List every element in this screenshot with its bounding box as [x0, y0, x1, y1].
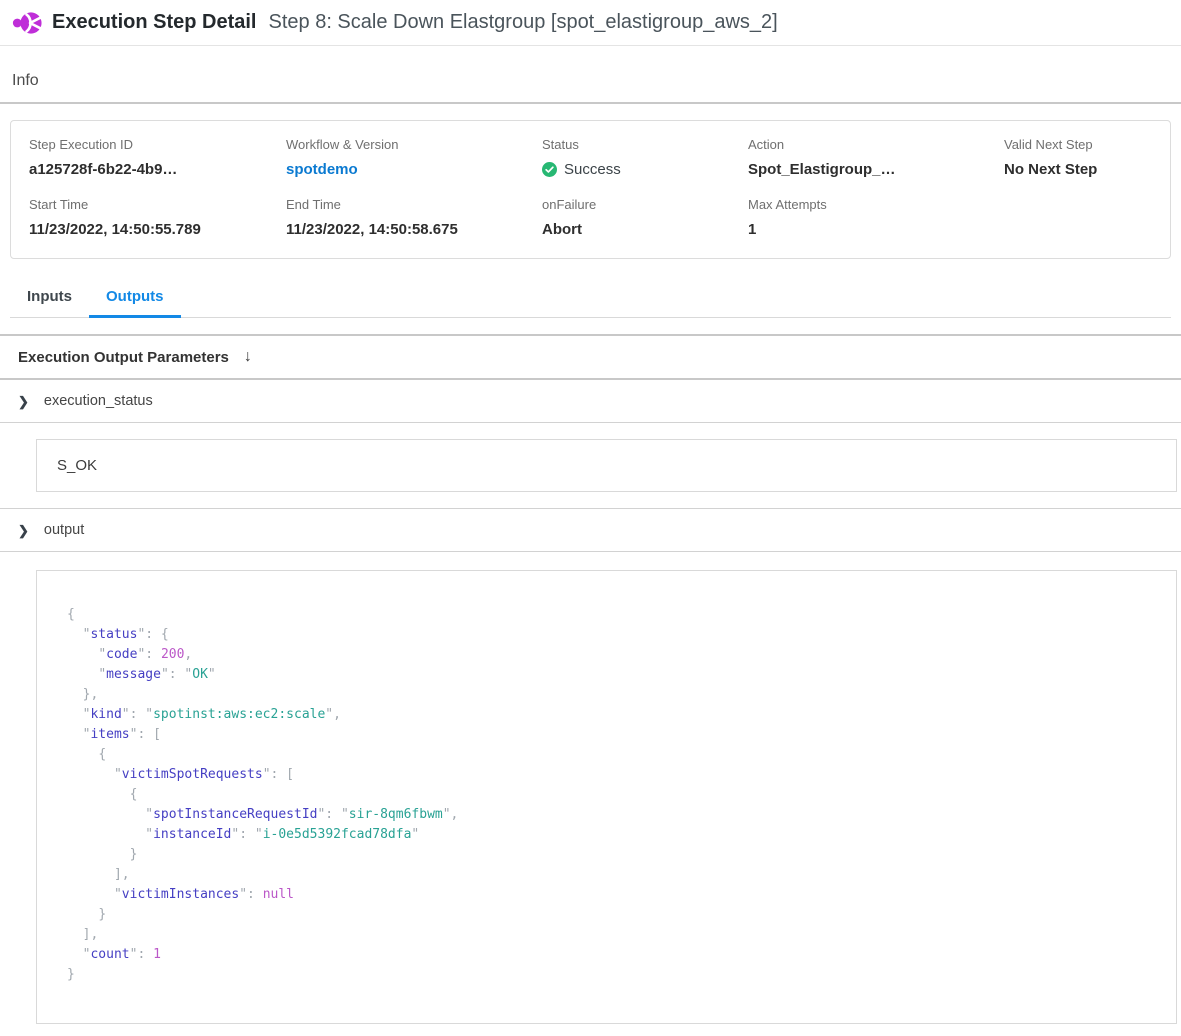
output-parameters-header: Execution Output Parameters ↓: [0, 336, 1181, 378]
field-value: 11/23/2022, 14:50:58.675: [286, 221, 542, 238]
execution-status-value-box: S_OK: [36, 439, 1177, 492]
field-value: Spot_Elastigroup_…: [748, 161, 1004, 178]
collapse-all-arrow-icon[interactable]: ↓: [244, 348, 252, 366]
info-field-onfailure: onFailure Abort: [542, 197, 748, 238]
info-field-end-time: End Time 11/23/2022, 14:50:58.675: [286, 197, 542, 238]
info-field-valid-next-step: Valid Next Step No Next Step: [1004, 137, 1170, 179]
divider: [0, 422, 1181, 423]
workflow-link[interactable]: spotdemo: [286, 161, 358, 178]
info-field-empty: [1004, 197, 1170, 238]
field-label: onFailure: [542, 197, 748, 212]
field-label: Valid Next Step: [1004, 137, 1170, 152]
output-parameters-title: Execution Output Parameters: [18, 349, 229, 366]
info-field-action: Action Spot_Elastigroup_…: [748, 137, 1004, 179]
expander-output[interactable]: ❯ output: [0, 509, 1181, 551]
field-label: Max Attempts: [748, 197, 1004, 212]
field-label: Action: [748, 137, 1004, 152]
info-field-start-time: Start Time 11/23/2022, 14:50:55.789: [29, 197, 286, 238]
field-label: Start Time: [29, 197, 286, 212]
field-label: Workflow & Version: [286, 137, 542, 152]
page-title: Execution Step Detail: [52, 11, 257, 34]
tab-outputs[interactable]: Outputs: [89, 279, 181, 318]
info-card: Step Execution ID a125728f-6b22-4b9… Wor…: [10, 120, 1171, 259]
param-name: output: [44, 522, 84, 538]
brand-logo-icon: [12, 8, 42, 38]
divider: [0, 551, 1181, 552]
chevron-right-icon: ❯: [18, 524, 29, 537]
chevron-right-icon: ❯: [18, 395, 29, 408]
info-field-step-execution-id: Step Execution ID a125728f-6b22-4b9…: [29, 137, 286, 179]
page-header: Execution Step Detail Step 8: Scale Down…: [0, 0, 1181, 46]
output-json-code: { "status": { "code": 200, "message": "O…: [67, 605, 1146, 985]
expander-execution-status[interactable]: ❯ execution_status: [0, 380, 1181, 422]
field-value: Abort: [542, 221, 748, 238]
status-text: Success: [564, 161, 621, 178]
field-value: 11/23/2022, 14:50:55.789: [29, 221, 286, 238]
info-section-label: Info: [12, 72, 1181, 90]
param-name: execution_status: [44, 393, 153, 409]
divider: [0, 102, 1181, 104]
execution-status-value: S_OK: [57, 457, 97, 474]
field-value: 1: [748, 221, 1004, 238]
info-field-status: Status Success: [542, 137, 748, 179]
status-badge: Success: [542, 161, 748, 178]
info-field-workflow-version: Workflow & Version spotdemo: [286, 137, 542, 179]
field-value: No Next Step: [1004, 161, 1170, 178]
field-label: Status: [542, 137, 748, 152]
info-field-max-attempts: Max Attempts 1: [748, 197, 1004, 238]
inputs-outputs-tabbar: Inputs Outputs: [10, 279, 1171, 318]
field-label: Step Execution ID: [29, 137, 286, 152]
field-value: a125728f-6b22-4b9…: [29, 161, 286, 178]
field-label: End Time: [286, 197, 542, 212]
step-subtitle: Step 8: Scale Down Elastgroup [spot_elas…: [269, 11, 778, 34]
success-check-icon: [542, 162, 557, 177]
tab-inputs[interactable]: Inputs: [10, 279, 89, 318]
output-json-box: { "status": { "code": 200, "message": "O…: [36, 570, 1177, 1024]
